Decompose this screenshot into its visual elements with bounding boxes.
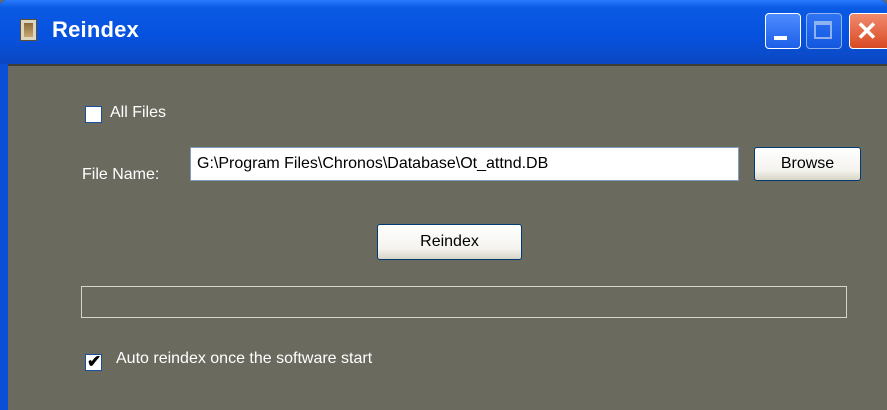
file-name-input[interactable] xyxy=(190,147,739,181)
auto-reindex-checkbox[interactable]: ✔ xyxy=(85,352,102,371)
all-files-checkbox[interactable] xyxy=(85,106,102,123)
checkmark-icon: ✔ xyxy=(87,352,102,371)
title-bar[interactable]: Reindex ✕ xyxy=(0,0,887,64)
reindex-window: Reindex ✕ All Files File Name: Browse Re… xyxy=(0,0,887,410)
all-files-label[interactable]: All Files xyxy=(110,104,166,122)
file-name-label: File Name: xyxy=(82,166,160,183)
close-button[interactable]: ✕ xyxy=(849,13,887,49)
hourglass-icon xyxy=(20,19,37,41)
dialog-body: All Files File Name: Browse Reindex ✔ Au… xyxy=(8,64,887,410)
progress-bar xyxy=(81,286,847,318)
browse-button[interactable]: Browse xyxy=(754,147,861,181)
auto-reindex-label[interactable]: Auto reindex once the software start xyxy=(116,350,372,368)
close-icon: ✕ xyxy=(856,16,878,46)
reindex-button[interactable]: Reindex xyxy=(377,224,522,260)
minimize-button[interactable] xyxy=(765,13,801,49)
window-title: Reindex xyxy=(52,17,139,42)
maximize-button xyxy=(806,13,842,49)
